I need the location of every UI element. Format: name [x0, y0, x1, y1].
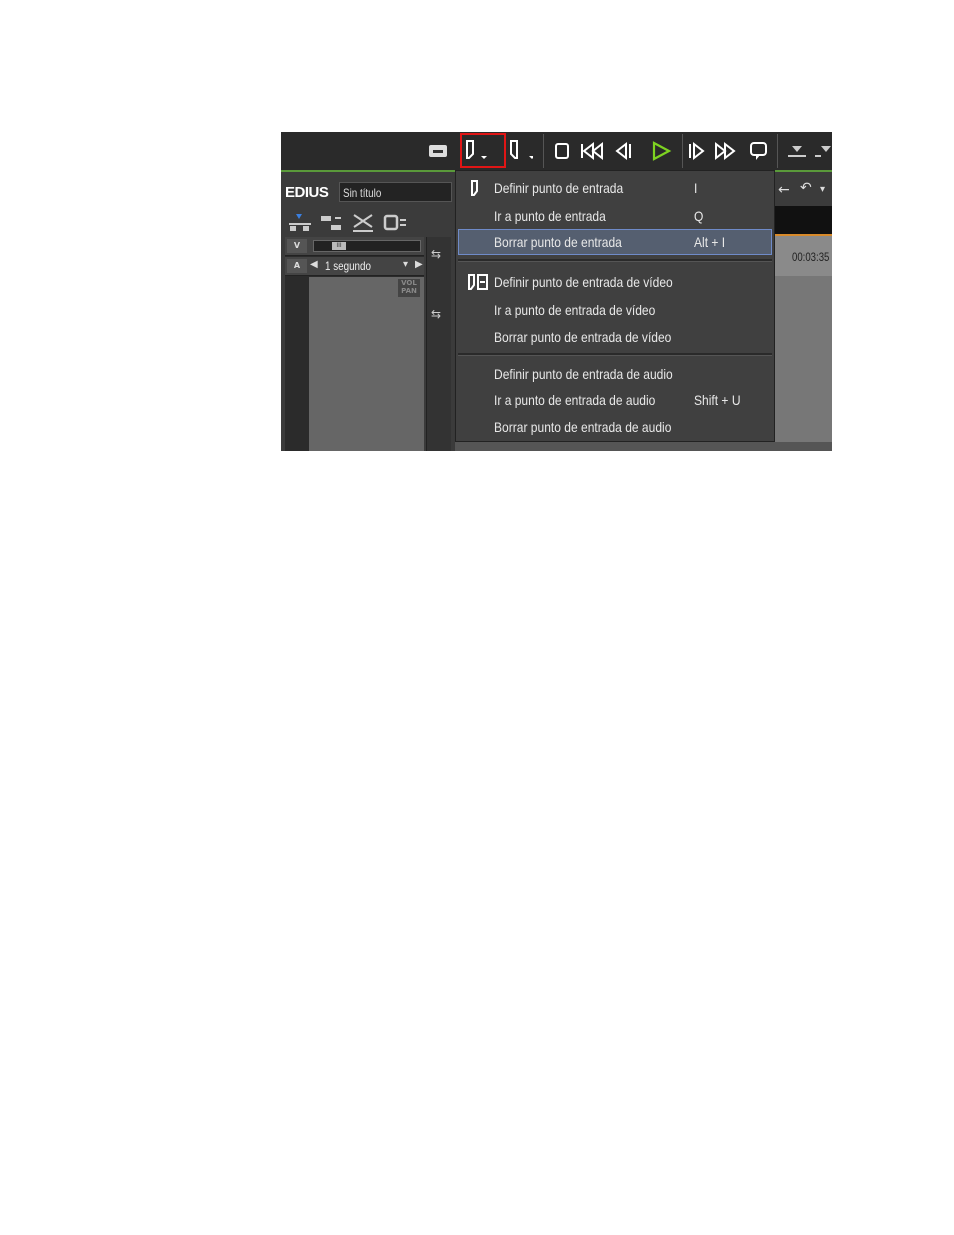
menu-item-label: Definir punto de entrada de audio — [494, 366, 673, 382]
bottom-strip — [455, 442, 832, 451]
scale-dropdown-icon[interactable]: ▾ — [403, 259, 408, 270]
menu-separator — [458, 259, 772, 262]
ruler-header — [774, 206, 832, 234]
insert-icon[interactable] — [784, 137, 810, 165]
toolbar-separator — [682, 134, 683, 168]
track-row-video: V III — [285, 237, 424, 256]
step-back-icon[interactable] — [611, 137, 637, 165]
menu-item-shortcut: Alt + I — [694, 234, 726, 250]
mark-out-button[interactable] — [507, 137, 533, 165]
right-tools: ← ↶ ▾ — [774, 172, 832, 206]
timecode: 00:03:35 — [792, 250, 830, 264]
zoom-slider[interactable]: III — [313, 240, 421, 252]
play-icon[interactable] — [648, 137, 674, 165]
transport-toolbar — [281, 132, 832, 172]
mark-out-icon — [510, 140, 533, 159]
rewind-icon[interactable] — [579, 137, 605, 165]
fast-forward-icon[interactable] — [713, 137, 739, 165]
vol-pan-badge[interactable]: VOL PAN — [398, 279, 420, 297]
menu-item-shortcut: Q — [694, 208, 704, 224]
menu-item-clear-video-in[interactable]: Borrar punto de entrada de vídeo — [458, 324, 772, 350]
menu-item-set-in[interactable]: Definir punto de entrada I — [458, 175, 772, 201]
expand-arrow-icon[interactable]: ⇆ — [431, 247, 441, 261]
menu-item-label: Borrar punto de entrada de vídeo — [494, 329, 672, 345]
timeline-left-panel: EDIUS Sin título V III A ◀ 1 segundo ▾ ▶… — [281, 172, 454, 451]
menu-item-label: Definir punto de entrada de vídeo — [494, 274, 673, 290]
sync-mode-icon[interactable] — [319, 212, 345, 234]
step-forward-icon[interactable] — [684, 137, 710, 165]
scale-left-icon[interactable]: ◀ — [310, 259, 318, 270]
track-header: V III A ◀ 1 segundo ▾ ▶ VOL PAN — [285, 237, 424, 451]
audio-lock-button[interactable]: A — [287, 259, 307, 273]
overwrite-icon[interactable] — [811, 137, 832, 165]
menu-item-label: Borrar punto de entrada — [494, 234, 622, 250]
timeline-area: ← ↶ ▾ 00:03:35 — [774, 172, 832, 451]
menu-item-label: Ir a punto de entrada — [494, 208, 606, 224]
menu-item-label: Definir punto de entrada — [494, 180, 624, 196]
undo-dropdown-icon[interactable]: ▾ — [820, 184, 825, 195]
mark-in-icon — [468, 179, 482, 203]
menu-item-label: Ir a punto de entrada de audio — [494, 392, 656, 408]
menu-item-clear-audio-in[interactable]: Borrar punto de entrada de audio — [458, 414, 772, 440]
app-logo: EDIUS — [285, 184, 329, 201]
menu-item-set-audio-in[interactable]: Definir punto de entrada de audio — [458, 361, 772, 387]
menu-item-go-video-in[interactable]: Ir a punto de entrada de vídeo — [458, 297, 772, 323]
menu-item-clear-in[interactable]: Borrar punto de entrada Alt + I — [458, 229, 772, 255]
expand-arrow-icon[interactable]: ⇆ — [431, 307, 441, 321]
menu-item-go-in[interactable]: Ir a punto de entrada Q — [458, 203, 772, 229]
menu-separator — [458, 353, 772, 356]
track-row-audio: A ◀ 1 segundo ▾ ▶ — [285, 257, 424, 276]
menu-item-go-audio-in[interactable]: Ir a punto de entrada de audio Shift + U — [458, 387, 772, 413]
scale-right-icon[interactable]: ▶ — [415, 259, 423, 270]
menu-item-label: Ir a punto de entrada de vídeo — [494, 302, 656, 318]
track-side-column: ⇆ ⇆ — [426, 237, 451, 451]
timecode-ruler[interactable]: 00:03:35 — [774, 234, 832, 276]
menu-item-shortcut: I — [694, 180, 698, 196]
undo-icon[interactable]: ↶ — [800, 180, 812, 196]
toolbar-separator — [777, 134, 778, 168]
menu-item-set-video-in[interactable]: Definir punto de entrada de vídeo — [458, 269, 772, 295]
mark-in-highlight-box — [460, 133, 506, 168]
toolbar-separator — [543, 134, 544, 168]
timescale-label: 1 segundo — [325, 259, 371, 273]
menu-item-label: Borrar punto de entrada de audio — [494, 419, 672, 435]
mark-in-menu: Definir punto de entrada I Ir a punto de… — [455, 170, 775, 442]
edius-screenshot: EDIUS Sin título V III A ◀ 1 segundo ▾ ▶… — [281, 132, 832, 451]
sync-lock-icon[interactable] — [425, 137, 451, 165]
video-lock-button[interactable]: V — [287, 239, 307, 253]
video-mark-in-icon — [466, 273, 490, 297]
ripple-mode-icon[interactable] — [287, 212, 313, 234]
track-settings-icon[interactable] — [383, 212, 409, 234]
stop-icon[interactable] — [549, 137, 575, 165]
back-arrow-icon[interactable]: ← — [778, 182, 790, 198]
loop-icon[interactable] — [746, 137, 772, 165]
track-body: VOL PAN — [309, 277, 424, 451]
zoom-slider-knob[interactable]: III — [332, 242, 346, 250]
mixer-icon[interactable] — [351, 212, 377, 234]
project-title: Sin título — [343, 186, 382, 200]
project-title-field[interactable]: Sin título — [339, 182, 452, 202]
menu-item-shortcut: Shift + U — [694, 392, 741, 408]
